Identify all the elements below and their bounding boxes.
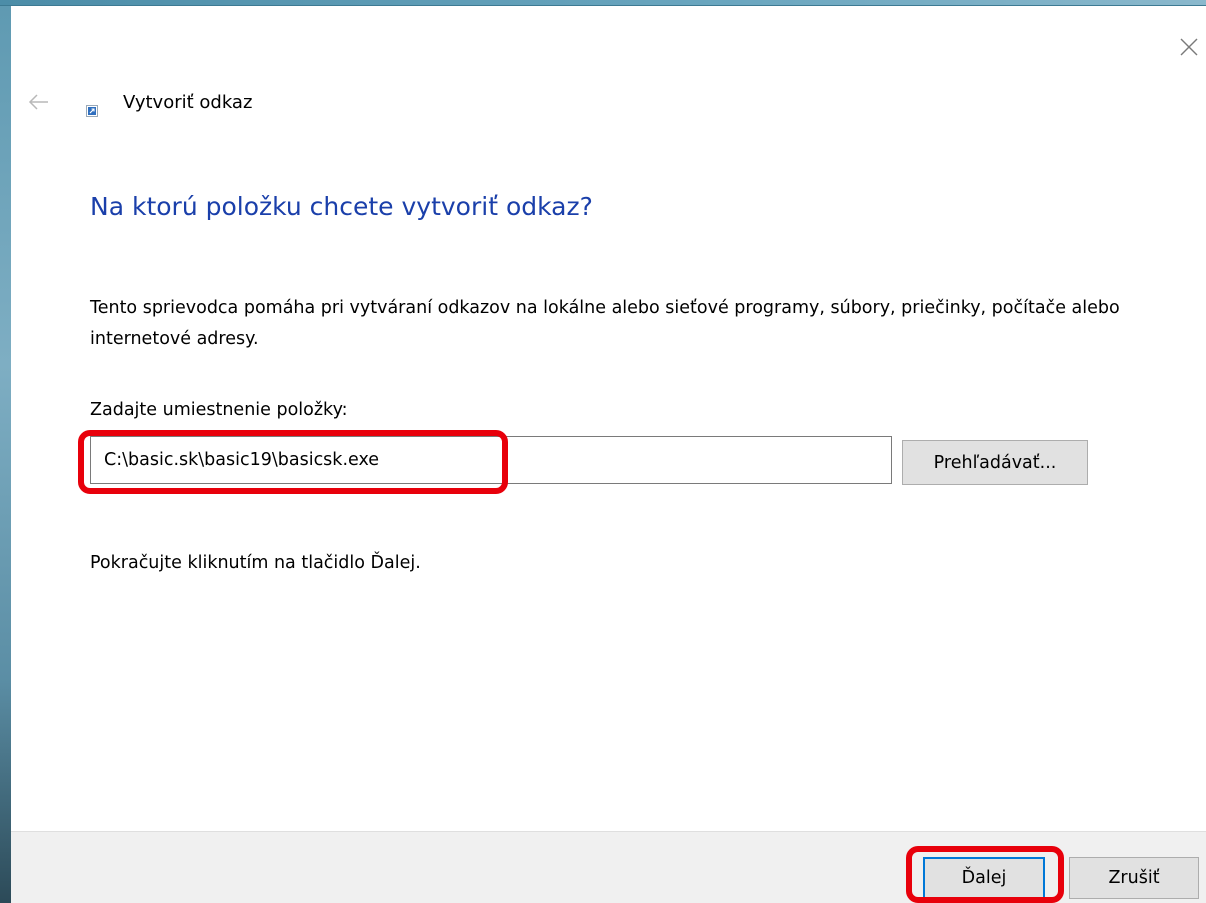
cancel-button[interactable]: Zrušiť [1069, 857, 1199, 899]
wizard-description: Tento sprievodca pomáha pri vytváraní od… [90, 298, 1120, 349]
create-shortcut-dialog: Vytvoriť odkaz Na ktorú položku chcete v… [0, 0, 1206, 903]
browse-button[interactable]: Prehľadávať... [902, 440, 1088, 485]
continue-hint: Pokračujte kliknutím na tlačidlo Ďalej. [90, 553, 421, 573]
close-icon[interactable] [1178, 36, 1200, 58]
page-heading: Na ktorú položku chcete vytvoriť odkaz? [90, 192, 593, 221]
location-label: Zadajte umiestnenie položky: [90, 400, 348, 420]
back-arrow-icon[interactable] [28, 92, 50, 112]
window-left-border [0, 6, 11, 903]
wizard-title: Vytvoriť odkaz [123, 92, 253, 113]
location-input[interactable] [90, 436, 892, 484]
window-top-border [0, 0, 1206, 6]
next-button[interactable]: Ďalej [923, 857, 1045, 899]
shortcut-icon [86, 105, 98, 117]
